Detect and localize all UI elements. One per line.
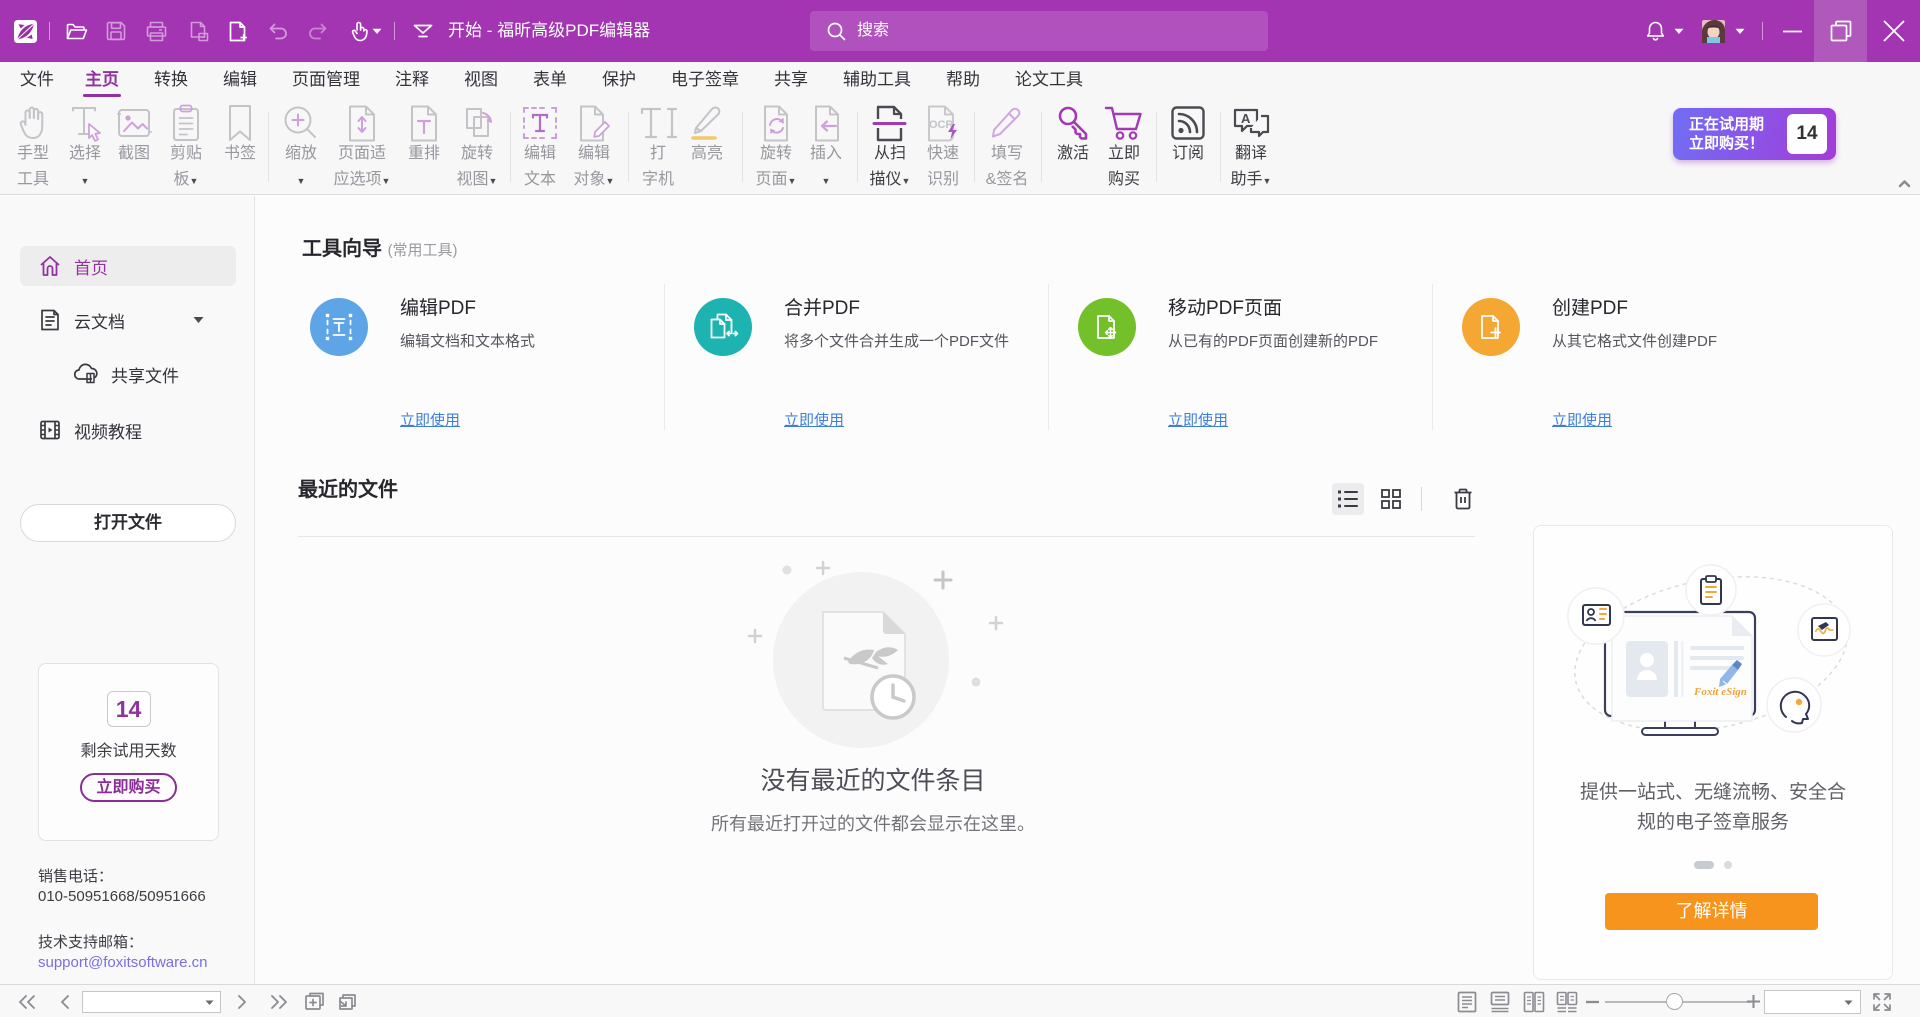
- svg-text:A: A: [1241, 111, 1251, 126]
- svg-text:Foxit eSign: Foxit eSign: [1693, 686, 1747, 698]
